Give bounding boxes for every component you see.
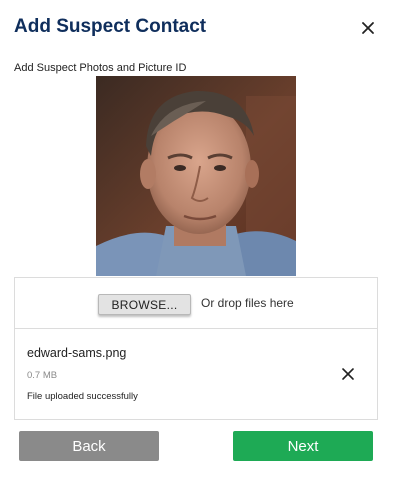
section-subtitle: Add Suspect Photos and Picture ID	[14, 62, 187, 74]
uploaded-file-item: edward-sams.png 0.7 MB File uploaded suc…	[14, 329, 378, 420]
upload-status: File uploaded successfully	[27, 391, 138, 402]
dialog-title: Add Suspect Contact	[14, 16, 207, 37]
browse-button[interactable]: BROWSE...	[98, 294, 191, 315]
close-icon[interactable]	[341, 367, 355, 381]
suspect-photo	[96, 76, 296, 276]
drop-files-hint: Or drop files here	[201, 296, 294, 310]
next-button[interactable]: Next	[233, 431, 373, 461]
close-icon[interactable]	[358, 18, 378, 38]
file-name: edward-sams.png	[27, 346, 127, 360]
file-drop-zone[interactable]: BROWSE... Or drop files here	[14, 277, 378, 329]
back-button[interactable]: Back	[19, 431, 159, 461]
file-size: 0.7 MB	[27, 370, 58, 381]
